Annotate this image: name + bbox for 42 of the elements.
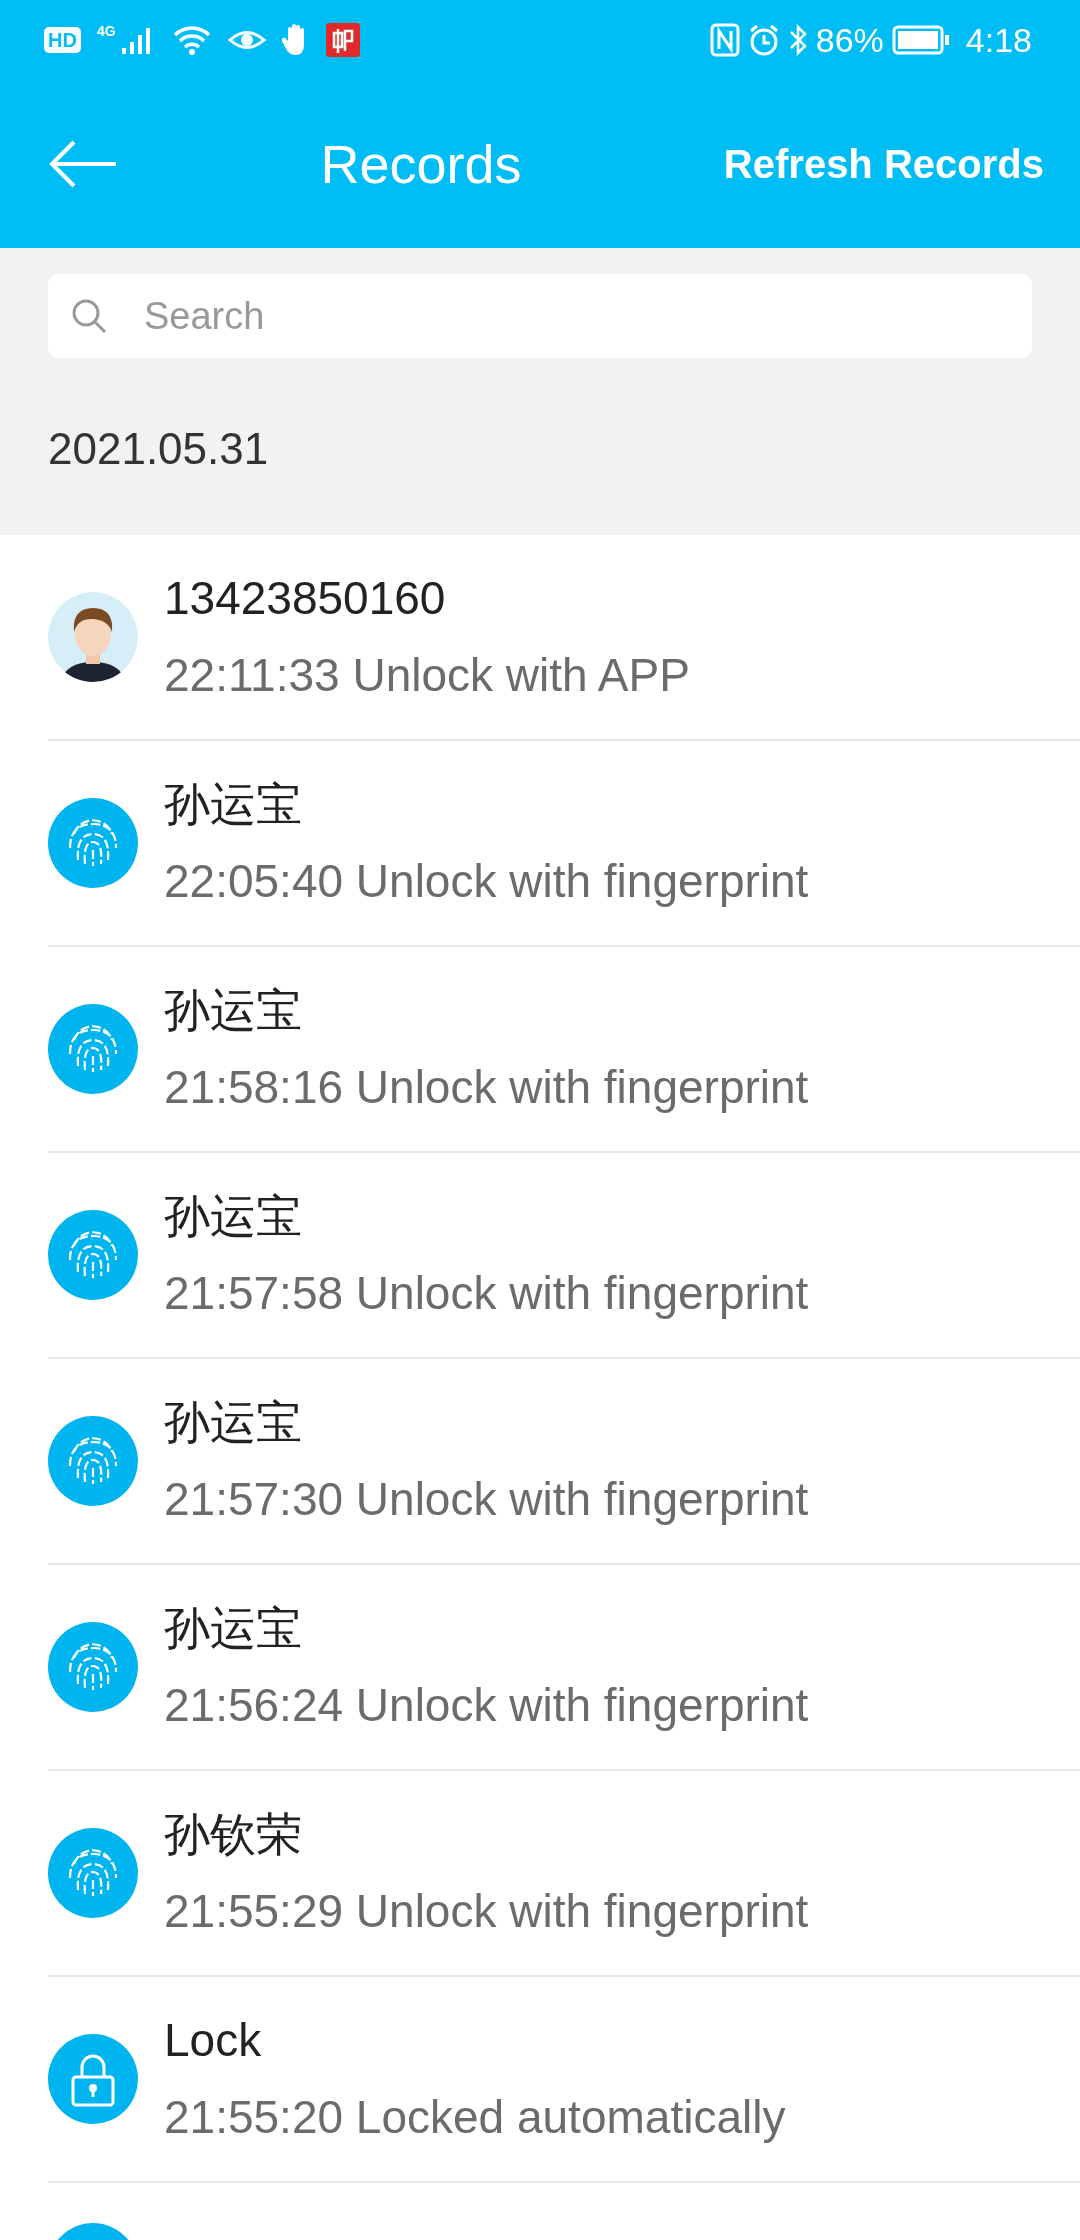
page-title: Records xyxy=(320,132,522,196)
record-row[interactable]: 孙运宝 21:56:24 Unlock with fingerprint xyxy=(48,1565,1080,1771)
record-detail: 21:56:24 Unlock with fingerprint xyxy=(164,1678,809,1733)
record-name: 孙运宝 xyxy=(164,1394,303,1450)
back-arrow-icon xyxy=(48,139,118,189)
record-row[interactable]: 孙钦荣 21:55:29 Unlock with fingerprint xyxy=(48,1771,1080,1977)
alarm-icon xyxy=(747,23,780,57)
battery-percent: 86% xyxy=(815,19,884,61)
record-name: 13423850160 xyxy=(164,570,447,626)
record-name: 孙钦荣 xyxy=(164,1806,303,1862)
record-name: 孙运宝 xyxy=(164,1600,303,1656)
record-name: 孙运宝 xyxy=(164,1188,303,1244)
record-detail: 22:11:33 Unlock with APP xyxy=(164,648,690,703)
date-heading: 2021.05.31 xyxy=(48,423,269,475)
record-row[interactable]: 孙运宝 21:57:58 Unlock with fingerprint xyxy=(48,1153,1080,1359)
record-name: 孙运宝 xyxy=(164,776,303,832)
record-row[interactable]: 孙运宝 21:57:30 Unlock with fingerprint xyxy=(48,1359,1080,1565)
bluetooth-icon xyxy=(787,23,808,57)
app-notification-icon xyxy=(325,23,360,57)
back-button[interactable] xyxy=(48,139,118,189)
search-field[interactable]: Search xyxy=(48,274,1032,358)
record-name: 孙运宝 xyxy=(164,982,303,1038)
clock-time: 4:18 xyxy=(965,19,1032,61)
avatar-icon xyxy=(48,592,138,682)
record-detail: 21:57:30 Unlock with fingerprint xyxy=(164,1472,809,1527)
lock-icon xyxy=(48,2034,138,2124)
record-row[interactable]: 孙运宝 21:58:16 Unlock with fingerprint xyxy=(48,947,1080,1153)
battery-icon xyxy=(891,25,950,55)
record-detail: 21:55:29 Unlock with fingerprint xyxy=(164,1884,809,1939)
hd-label: HD xyxy=(44,27,81,53)
wifi-icon xyxy=(171,24,212,56)
record-row[interactable]: Lock 21:55:20 Locked automatically xyxy=(48,1977,1080,2183)
record-name: Lock xyxy=(164,2012,263,2068)
nfc-icon xyxy=(709,23,740,57)
record-detail: 21:55:20 Locked automatically xyxy=(164,2090,786,2145)
record-row[interactable]: 13423850160 22:11:33 Unlock with APP xyxy=(48,535,1080,741)
record-detail: 21:57:58 Unlock with fingerprint xyxy=(164,1266,809,1321)
signal-indicator: 4G xyxy=(96,24,156,56)
record-detail: 21:58:16 Unlock with fingerprint xyxy=(164,1060,809,1115)
record-detail: 22:05:40 Unlock with fingerprint xyxy=(164,854,809,909)
search-icon xyxy=(70,297,108,335)
record-row[interactable]: 孙运宝 22:05:40 Unlock with fingerprint xyxy=(48,741,1080,947)
